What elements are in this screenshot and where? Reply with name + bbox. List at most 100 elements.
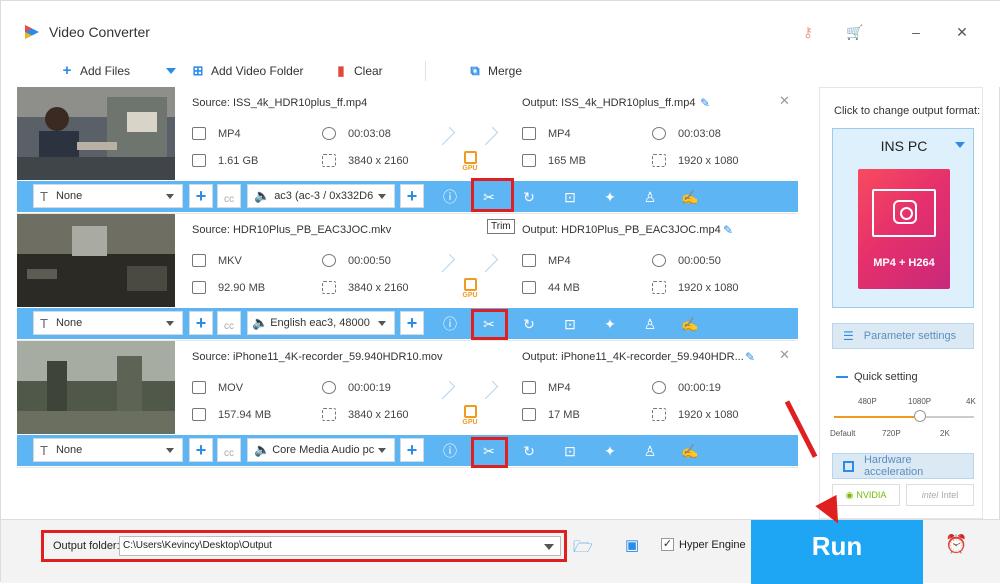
remove-item-button[interactable]: ✕: [779, 93, 790, 109]
app-logo-icon: [25, 25, 39, 39]
subtitle-value: None: [55, 190, 83, 202]
hyper-engine-label: Hyper Engine: [679, 538, 746, 551]
run-button[interactable]: Run: [751, 520, 923, 584]
subtitle-select[interactable]: T None: [33, 311, 183, 335]
video-thumbnail[interactable]: [17, 341, 175, 434]
key-icon[interactable]: ⚷: [799, 23, 817, 41]
chevron-down-icon: [166, 68, 176, 74]
folder-plus-icon: ⊞: [192, 63, 204, 78]
subtitle-value: None: [55, 444, 83, 456]
cc-button[interactable]: cc: [217, 311, 241, 335]
subtitle-select[interactable]: T None: [33, 184, 183, 208]
output-format-selector[interactable]: INS PC MP4 + H264: [832, 128, 974, 308]
video-thumbnail[interactable]: [17, 87, 175, 180]
add-subtitle-button[interactable]: +: [189, 311, 213, 335]
intel-button[interactable]: intel Intel: [906, 484, 974, 506]
subtitle-edit-icon[interactable]: ✍: [680, 441, 700, 461]
chevron-down-icon: [378, 321, 386, 326]
parameter-settings-button[interactable]: ☰ Parameter settings: [832, 323, 974, 349]
audio-track-select[interactable]: 🔈 ac3 (ac-3 / 0x332D6: [247, 184, 395, 208]
chevron-down-icon: [378, 448, 386, 453]
info-icon[interactable]: ⓘ: [440, 187, 460, 207]
watermark-stamp-icon[interactable]: ♙: [640, 314, 660, 334]
run-label: Run: [811, 531, 863, 561]
arrow-right-icon: [436, 126, 456, 146]
quality-slider-track[interactable]: [834, 416, 974, 418]
info-icon[interactable]: ⓘ: [440, 441, 460, 461]
source-duration: 00:00:50: [322, 254, 391, 267]
source-resolution: 3840 x 2160: [322, 281, 409, 294]
checkbox-checked-icon[interactable]: ✓: [661, 538, 674, 551]
speaker-icon: 🔈: [254, 442, 271, 457]
minimize-button[interactable]: –: [907, 23, 925, 41]
hyper-engine-toggle[interactable]: ✓ Hyper Engine: [661, 538, 746, 551]
chip-icon: [843, 460, 854, 472]
nvidia-button[interactable]: ◉ NVIDIA: [832, 484, 900, 506]
watermark-stamp-icon[interactable]: ♙: [640, 441, 660, 461]
hardware-acceleration-button[interactable]: Hardware acceleration: [832, 453, 974, 479]
quality-slider-knob[interactable]: [914, 410, 926, 422]
clock-icon: [322, 381, 336, 394]
source-size: 157.94 MB: [192, 408, 271, 421]
add-audio-button[interactable]: +: [400, 311, 424, 335]
add-files-button[interactable]: + Add Files: [59, 63, 130, 79]
app-title: Video Converter: [49, 24, 150, 40]
clock-icon: [652, 254, 666, 267]
cc-button[interactable]: cc: [217, 438, 241, 462]
gpu-icon: GPU: [461, 151, 479, 172]
source-format: MOV: [192, 381, 243, 394]
preview-video-icon[interactable]: ▣: [625, 536, 639, 554]
video-thumbnail[interactable]: [17, 214, 175, 307]
alarm-clock-icon[interactable]: ⏰: [945, 534, 967, 555]
audio-track-select[interactable]: 🔈 Core Media Audio pc: [247, 438, 395, 462]
output-format: MP4: [522, 381, 571, 394]
format-name: INS PC: [880, 138, 928, 154]
watermark-stamp-icon[interactable]: ♙: [640, 187, 660, 207]
format-thumbnail: MP4 + H264: [858, 169, 950, 289]
text-icon: T: [40, 442, 48, 458]
video-file-icon: [192, 381, 206, 394]
effects-wand-icon[interactable]: ✦: [600, 314, 620, 334]
clock-icon: [652, 381, 666, 394]
nvidia-label: NVIDIA: [856, 490, 887, 500]
edit-name-icon[interactable]: ✎: [723, 223, 733, 237]
add-video-folder-button[interactable]: ⊞ Add Video Folder: [190, 63, 304, 79]
crop-icon[interactable]: ⊡: [560, 187, 580, 207]
title-bar: Video Converter ⚷ 🛒 – ✕: [1, 1, 1000, 53]
add-subtitle-button[interactable]: +: [189, 184, 213, 208]
rotate-icon[interactable]: ↻: [519, 441, 539, 461]
effects-wand-icon[interactable]: ✦: [600, 441, 620, 461]
resolution-icon: [322, 281, 336, 294]
clear-button[interactable]: ▮ Clear: [333, 63, 382, 79]
item-control-bar: T None + cc 🔈 Core Media Audio pc + ⓘ ✂ …: [17, 435, 798, 466]
subtitle-edit-icon[interactable]: ✍: [680, 187, 700, 207]
source-format: MKV: [192, 254, 242, 267]
gpu-icon: GPU: [461, 278, 479, 299]
crop-icon[interactable]: ⊡: [560, 441, 580, 461]
rotate-icon[interactable]: ↻: [519, 314, 539, 334]
edit-name-icon[interactable]: ✎: [745, 350, 755, 364]
merge-button[interactable]: ⧉ Merge: [467, 63, 522, 79]
edit-name-icon[interactable]: ✎: [700, 96, 710, 110]
crop-icon[interactable]: ⊡: [560, 314, 580, 334]
trim-highlight-box: [471, 178, 514, 212]
item-control-bar: T None + cc 🔈 English eac3, 48000 + ⓘ ✂ …: [17, 308, 798, 339]
open-folder-icon[interactable]: 🗁: [573, 536, 593, 563]
cc-button[interactable]: cc: [217, 184, 241, 208]
subtitle-select[interactable]: T None: [33, 438, 183, 462]
rotate-icon[interactable]: ↻: [519, 187, 539, 207]
add-files-dropdown[interactable]: [166, 63, 176, 79]
file-item: Source: iPhone11_4K-recorder_59.940HDR10…: [17, 341, 798, 468]
toolbar-divider: [425, 61, 426, 81]
add-audio-button[interactable]: +: [400, 184, 424, 208]
remove-item-button[interactable]: ✕: [779, 347, 790, 363]
subtitle-edit-icon[interactable]: ✍: [680, 314, 700, 334]
effects-wand-icon[interactable]: ✦: [600, 187, 620, 207]
close-button[interactable]: ✕: [953, 23, 971, 41]
add-subtitle-button[interactable]: +: [189, 438, 213, 462]
audio-track-select[interactable]: 🔈 English eac3, 48000: [247, 311, 395, 335]
add-audio-button[interactable]: +: [400, 438, 424, 462]
info-icon[interactable]: ⓘ: [440, 314, 460, 334]
cart-icon[interactable]: 🛒: [846, 23, 864, 41]
clock-icon: [652, 127, 666, 140]
